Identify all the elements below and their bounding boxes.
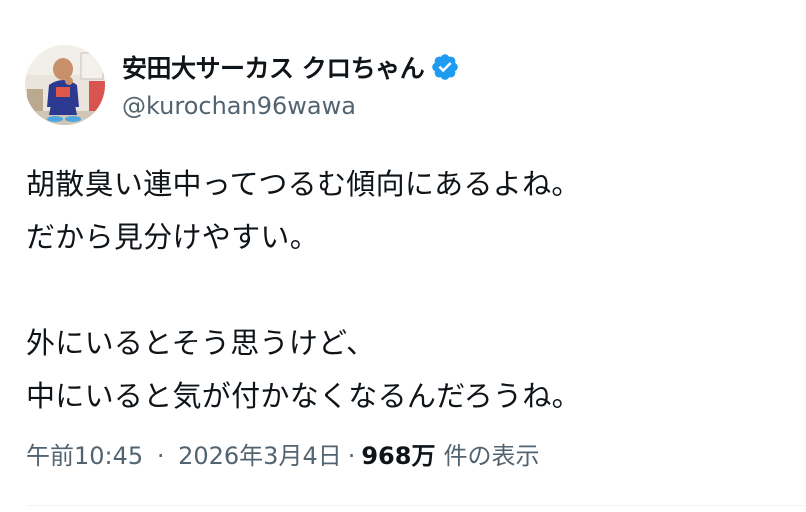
verified-badge-icon[interactable]: [430, 52, 460, 82]
user-handle[interactable]: @kurochan96wawa: [122, 92, 356, 120]
separator-dot: ·: [347, 442, 356, 470]
views-count: 968万: [361, 442, 436, 470]
display-name[interactable]: 安田大サーカス クロちゃん: [122, 49, 425, 85]
tweet-date: 2026年3月4日: [178, 442, 342, 470]
avatar[interactable]: [25, 45, 105, 125]
avatar-photo: [25, 45, 105, 125]
views-link[interactable]: 968万 件の表示: [361, 436, 539, 471]
tweet-detail: 安田大サーカス クロちゃん @kurochan96wawa 胡散臭い連中ってつる…: [0, 0, 806, 512]
tweet-timestamp-link[interactable]: 午前10:45 · 2026年3月4日: [26, 436, 342, 471]
user-name-row: 安田大サーカス クロちゃん: [122, 49, 460, 85]
divider: [26, 505, 806, 506]
tweet-text: 胡散臭い連中ってつるむ傾向にあるよね。 だから見分けやすい。 外にいるとそう思う…: [26, 167, 581, 413]
tweet-metadata: 午前10:45 · 2026年3月4日 · 968万 件の表示: [26, 436, 539, 471]
views-label: 件の表示: [443, 442, 540, 470]
tweet-time: 午前10:45: [26, 442, 144, 470]
separator-dot: ·: [156, 442, 165, 470]
